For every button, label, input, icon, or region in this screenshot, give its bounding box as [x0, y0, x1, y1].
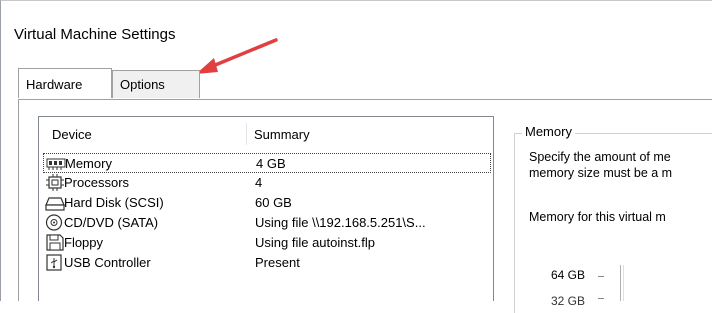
memory-icon [46, 158, 66, 170]
tab-hardware-label: Hardware [26, 77, 83, 92]
memory-description: Specify the amount of me memory size mus… [529, 149, 672, 181]
floppy-icon [46, 234, 64, 251]
device-row-cd-dvd[interactable]: CD/DVD (SATA) Using file \\192.168.5.251… [43, 213, 491, 233]
tab-options-label: Options [120, 77, 165, 92]
device-summary: Using file \\192.168.5.251\S... [255, 215, 426, 230]
memory-description-line-2: memory size must be a m [529, 166, 673, 180]
device-list[interactable]: Device Summary Memory 4 GB Processors 4 … [38, 116, 494, 301]
processor-icon [46, 174, 64, 191]
device-row-usb-controller[interactable]: USB Controller Present [43, 253, 491, 273]
device-summary: Present [255, 255, 300, 270]
usb-icon [46, 254, 62, 271]
memory-scale-tick [598, 276, 604, 277]
memory-for-vm-label: Memory for this virtual m [529, 210, 666, 224]
device-summary: 4 GB [256, 156, 286, 171]
tab-options[interactable]: Options [112, 70, 200, 98]
device-name: Processors [64, 175, 130, 190]
memory-slider-track[interactable] [620, 265, 624, 301]
tab-bar: Hardware Options [18, 68, 712, 100]
cd-dvd-icon [45, 214, 63, 231]
window-title: Virtual Machine Settings [14, 26, 176, 43]
device-name: Memory [65, 156, 112, 171]
column-separator[interactable] [246, 123, 247, 145]
device-row-floppy[interactable]: Floppy Using file autoinst.flp [43, 233, 491, 253]
memory-scale-label-next: 32 GB [551, 294, 586, 308]
memory-scale-tick-2 [598, 298, 604, 299]
device-name: Floppy [64, 235, 104, 250]
device-summary: 4 [255, 175, 263, 190]
device-summary: 60 GB [255, 195, 292, 210]
memory-description-line-1: Specify the amount of me [529, 150, 671, 164]
device-summary: Using file autoinst.flp [255, 235, 375, 250]
device-name: Hard Disk (SCSI) [64, 195, 164, 210]
tab-hardware[interactable]: Hardware [18, 68, 112, 98]
column-header-device[interactable]: Device [52, 127, 92, 142]
device-name: CD/DVD (SATA) [64, 215, 159, 230]
device-row-memory[interactable]: Memory 4 GB [43, 153, 491, 173]
memory-groupbox-title: Memory [522, 124, 575, 139]
column-header-summary[interactable]: Summary [254, 127, 310, 142]
device-row-hard-disk[interactable]: Hard Disk (SCSI) 60 GB [43, 193, 491, 213]
device-name: USB Controller [64, 255, 151, 270]
device-row-processors[interactable]: Processors 4 [43, 173, 491, 193]
memory-scale-label-top: 64 GB [551, 268, 586, 282]
hard-disk-icon [45, 197, 65, 211]
